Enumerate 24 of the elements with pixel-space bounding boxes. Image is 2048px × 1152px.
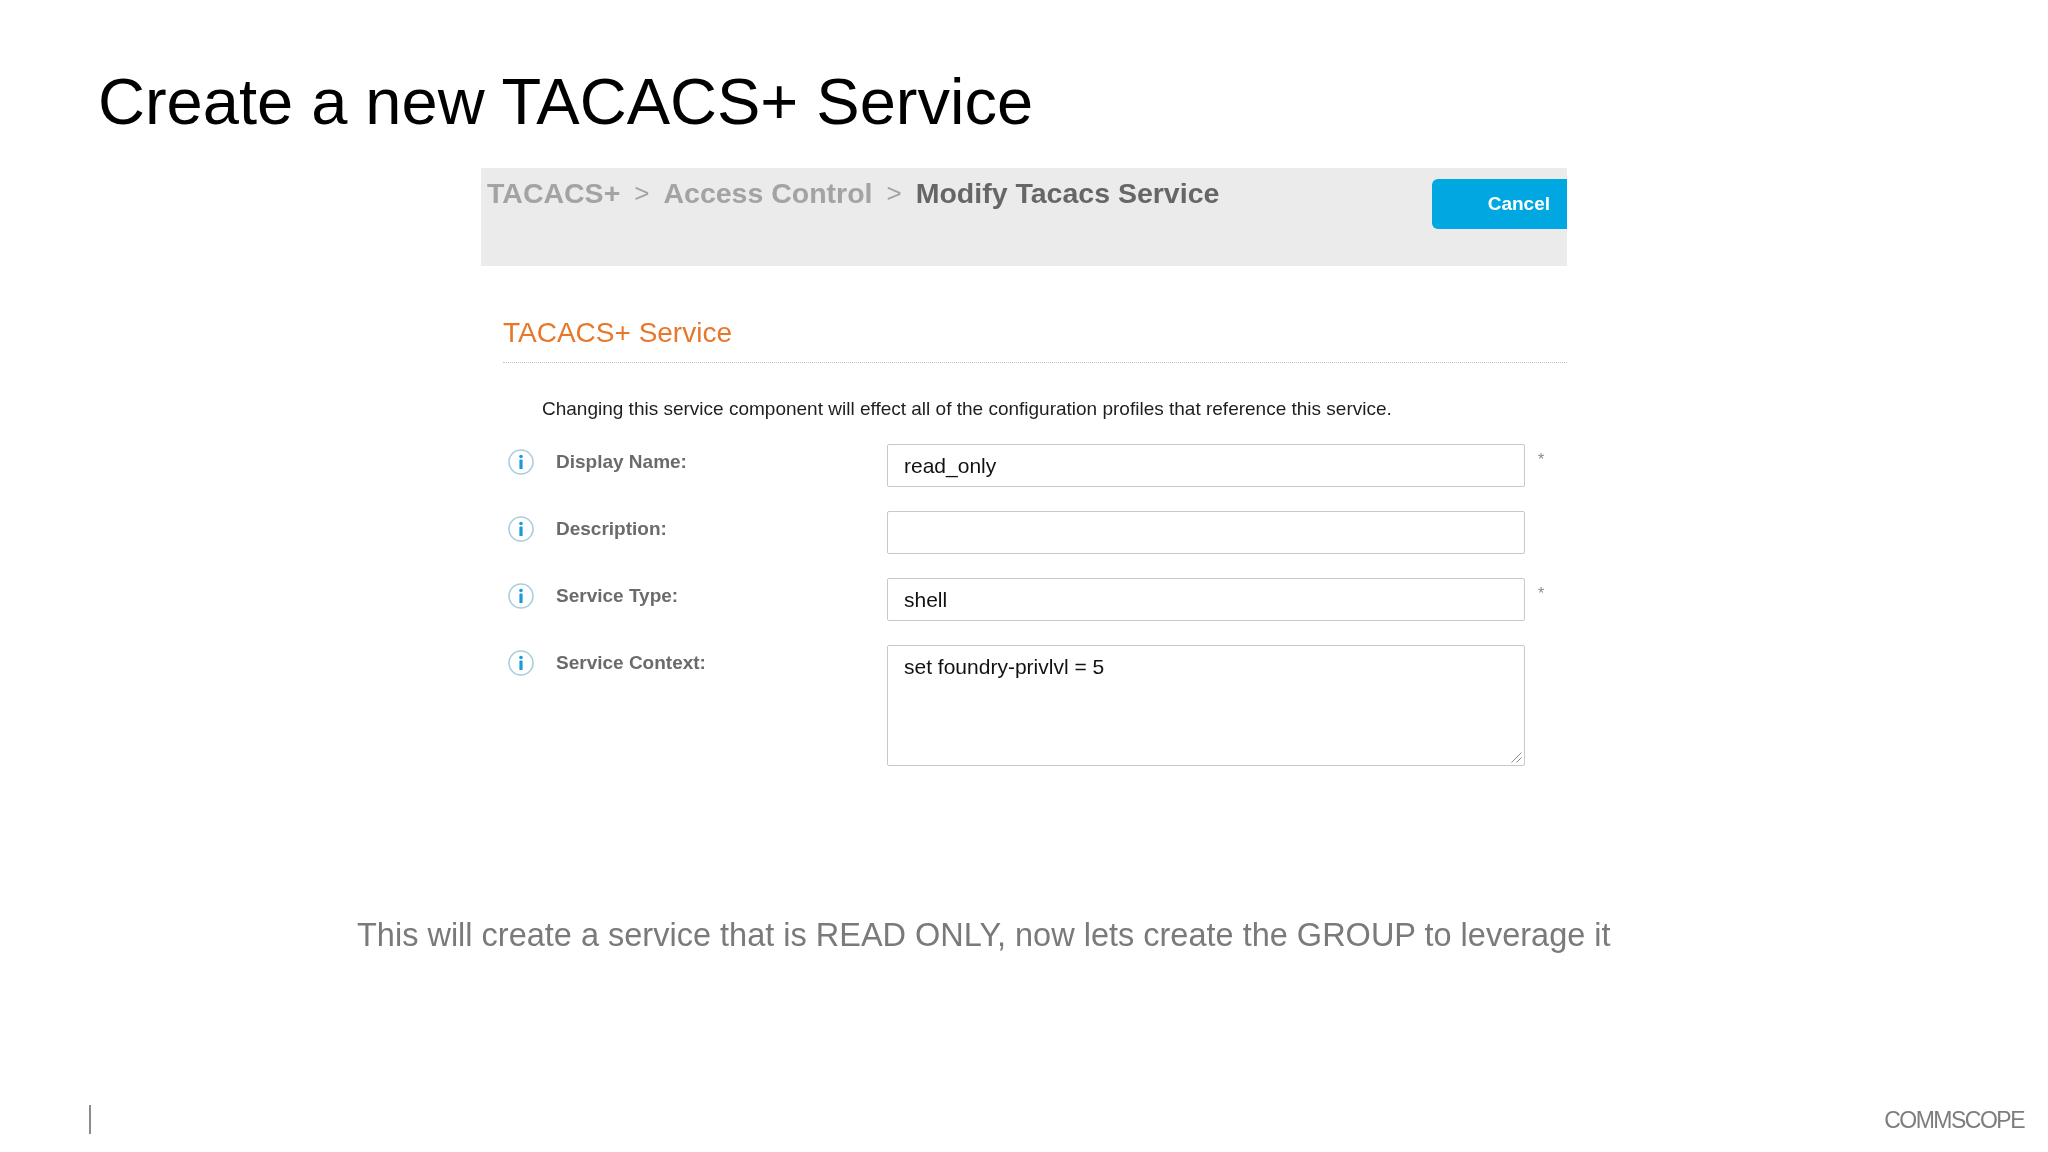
text-field[interactable]: read_only (887, 444, 1525, 487)
resize-grip-icon[interactable] (1511, 752, 1522, 763)
required-marker: * (1538, 586, 1545, 602)
notice-text: Changing this service component will effect all of the configuration profiles that reference this service. (542, 397, 1392, 420)
field-label: Description: (556, 517, 668, 540)
info-icon[interactable] (508, 449, 534, 475)
cancel-button[interactable]: Cancel (1431, 179, 1567, 229)
section-title: TACACS+ Service (503, 317, 732, 348)
field-label: Display Name: (556, 450, 688, 473)
text-area[interactable]: set foundry-privlvl = 5 (887, 645, 1525, 766)
field-label: Service Type: (556, 584, 680, 607)
slide-title: Create a new TACACS+ Service (98, 70, 1034, 134)
text-field[interactable]: shell (887, 578, 1525, 621)
breadcrumb-separator: > (634, 177, 650, 210)
caption-text: This will create a service that is READ ONLY, now lets create the GROUP to leverage it (357, 916, 1611, 954)
info-icon[interactable] (508, 516, 534, 542)
required-marker: * (1538, 452, 1545, 468)
text-field[interactable] (887, 511, 1525, 554)
breadcrumb-separator: > (886, 177, 902, 210)
info-icon[interactable] (508, 583, 534, 609)
breadcrumb-link[interactable]: Modify Tacacs Service (915, 176, 1220, 210)
info-icon[interactable] (508, 650, 534, 676)
company-logo: COMMSCOPE (1884, 1105, 2024, 1134)
field-label: Service Context: (556, 651, 707, 674)
